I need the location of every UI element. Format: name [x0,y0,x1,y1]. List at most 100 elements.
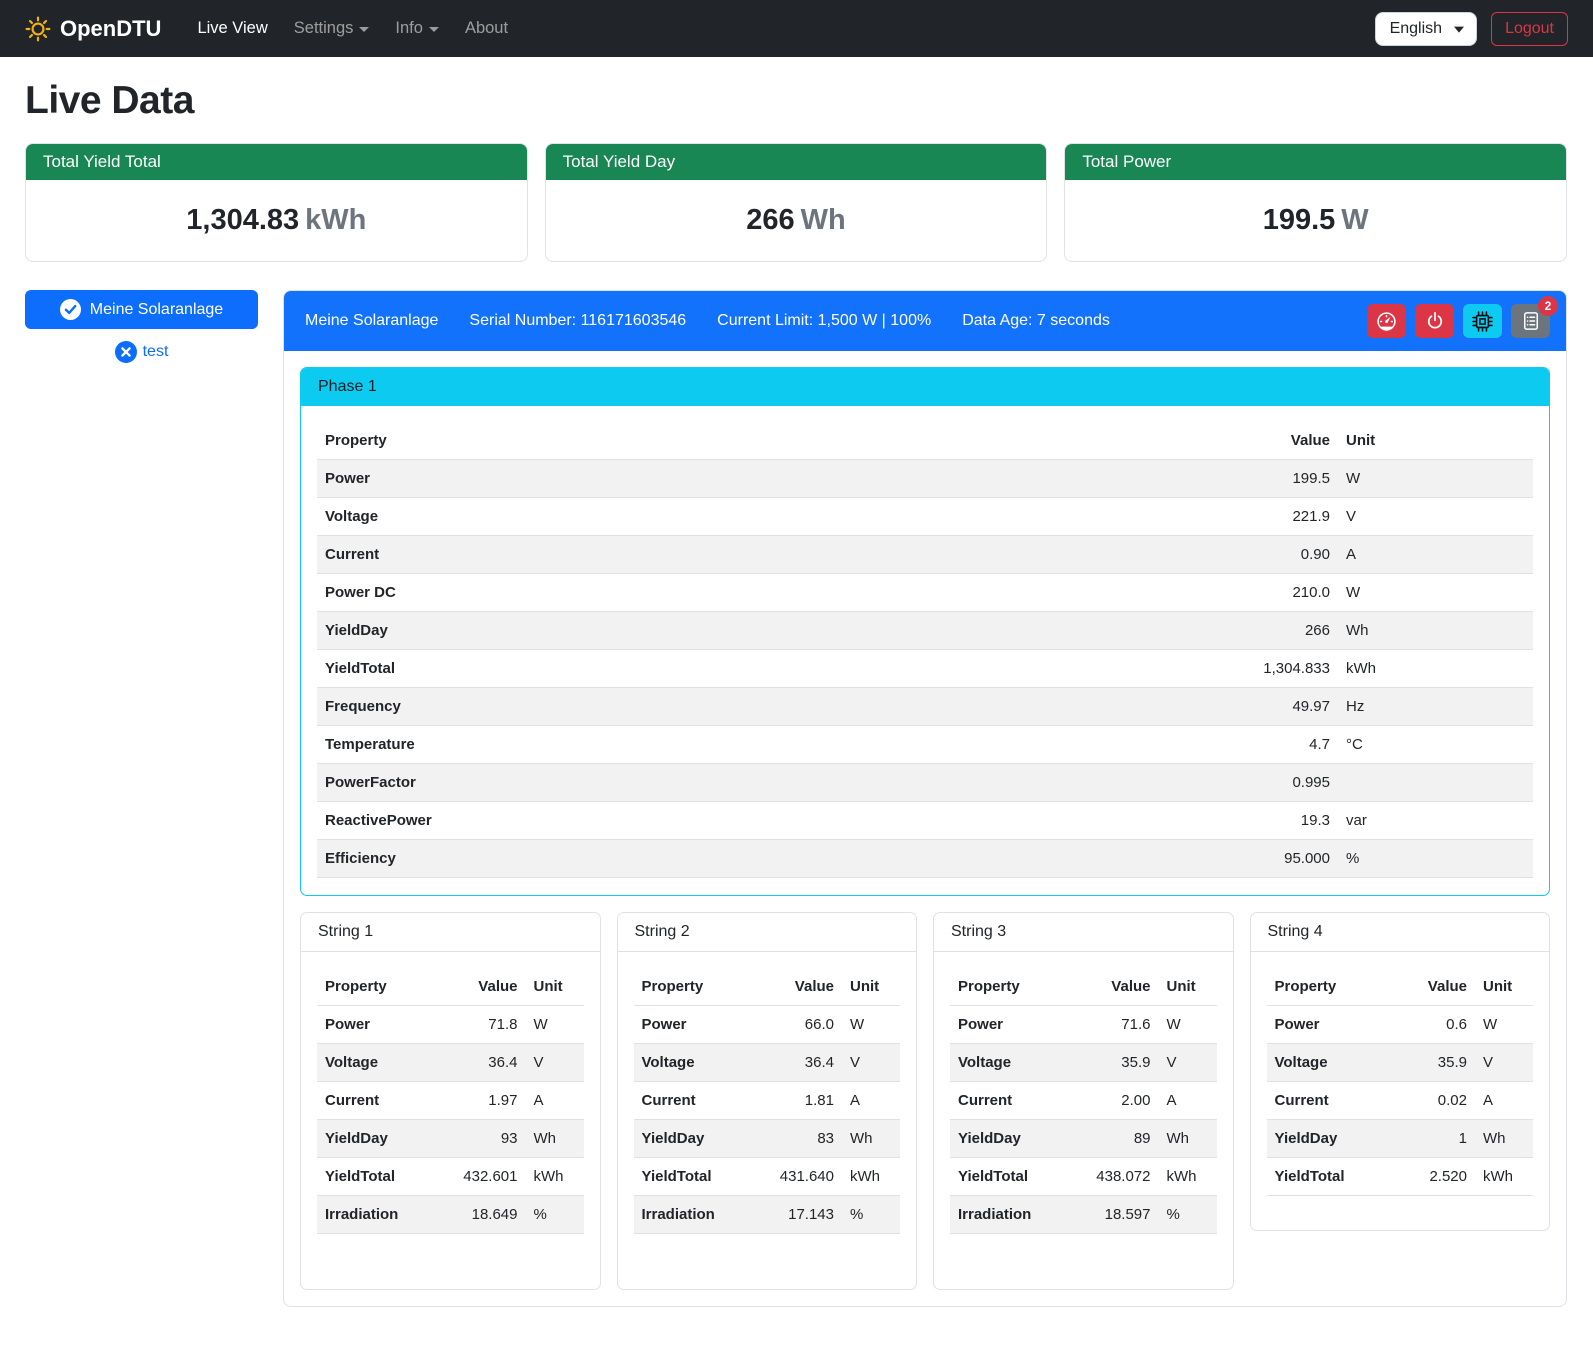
col-value: Value [1203,422,1338,460]
value-cell: 83 [742,1120,842,1158]
inverter-header: Meine Solaranlage Serial Number: 1161716… [284,291,1566,351]
property-cell: YieldTotal [950,1158,1059,1196]
power-icon [1425,311,1445,331]
inverter-item-test[interactable]: test [25,341,258,363]
table-row: Power71.8W [317,1006,584,1044]
unit-cell: Wh [1475,1120,1533,1158]
property-cell: Current [634,1082,743,1120]
limit-settings-button[interactable] [1367,304,1406,338]
value-cell: 1,304.833 [1203,650,1338,688]
property-cell: Voltage [1267,1044,1376,1082]
string-4-title: String 4 [1251,913,1550,952]
col-unit: Unit [1338,422,1533,460]
total-power-value: 199.5 [1263,204,1336,236]
unit-cell: var [1338,802,1533,840]
table-row: YieldTotal438.072kWh [950,1158,1217,1196]
value-cell: 0.90 [1203,536,1338,574]
string-2-card: String 2 Property Value Unit Power66.0WV… [617,912,918,1290]
property-cell: Power [1267,1006,1376,1044]
property-cell: YieldDay [634,1120,743,1158]
unit-cell: kWh [1159,1158,1217,1196]
string-1-card: String 1 Property Value Unit Power71.8WV… [300,912,601,1290]
unit-cell: Wh [526,1120,584,1158]
event-log-button[interactable]: 2 [1511,304,1550,338]
unit-cell: kWh [1475,1158,1533,1196]
table-row: Power DC210.0W [317,574,1533,612]
property-cell: Efficiency [317,840,1203,878]
inverter-limit: Current Limit: 1,500 W | 100% [717,312,931,330]
inverter-item-label: test [143,343,169,361]
unit-cell: V [1338,498,1533,536]
value-cell: 49.97 [1203,688,1338,726]
table-row: Voltage36.4V [317,1044,584,1082]
nav-item-info[interactable]: Info [385,11,449,46]
unit-cell: V [526,1044,584,1082]
unit-cell: A [526,1082,584,1120]
unit-cell: °C [1338,726,1533,764]
property-cell: Irradiation [950,1196,1059,1234]
value-cell: 35.9 [1059,1044,1159,1082]
value-cell: 1 [1375,1120,1475,1158]
table-row: Temperature4.7°C [317,726,1533,764]
unit-cell: Wh [1159,1120,1217,1158]
col-property: Property [317,968,426,1006]
unit-cell: V [1159,1044,1217,1082]
property-cell: Power [634,1006,743,1044]
table-row: Efficiency95.000% [317,840,1533,878]
x-circle-icon [115,341,137,363]
unit-cell: kWh [1338,650,1533,688]
property-cell: YieldDay [317,1120,426,1158]
language-select[interactable]: English [1375,12,1477,46]
string-4-table: Property Value Unit Power0.6WVoltage35.9… [1267,968,1534,1196]
table-row: Irradiation17.143% [634,1196,901,1234]
table-row: Current2.00A [950,1082,1217,1120]
logout-button[interactable]: Logout [1491,12,1568,46]
col-property: Property [950,968,1059,1006]
property-cell: ReactivePower [317,802,1203,840]
value-cell: 71.6 [1059,1006,1159,1044]
value-cell: 93 [426,1120,526,1158]
nav-item-about[interactable]: About [455,11,518,46]
value-cell: 35.9 [1375,1044,1475,1082]
property-cell: YieldTotal [317,1158,426,1196]
property-cell: Power DC [317,574,1203,612]
property-cell: Current [950,1082,1059,1120]
power-button[interactable] [1415,304,1454,338]
brand[interactable]: OpenDTU [25,16,161,42]
nav-item-settings[interactable]: Settings [284,11,380,46]
property-cell: Temperature [317,726,1203,764]
table-row: YieldTotal2.520kWh [1267,1158,1534,1196]
value-cell: 1.81 [742,1082,842,1120]
nav-item-live-view[interactable]: Live View [187,11,277,46]
unit-cell [1338,764,1533,802]
value-cell: 266 [1203,612,1338,650]
table-row: Voltage35.9V [1267,1044,1534,1082]
table-row: Power0.6W [1267,1006,1534,1044]
total-yield-day-unit: Wh [801,204,846,236]
property-cell: Irradiation [317,1196,426,1234]
unit-cell: A [1338,536,1533,574]
property-cell: Power [317,1006,426,1044]
total-yield-total-card: Total Yield Total 1,304.83kWh [25,143,528,262]
inverter-select-button[interactable]: Meine Solaranlage [25,290,258,329]
table-row: ReactivePower19.3var [317,802,1533,840]
check-circle-icon [60,299,81,320]
device-info-button[interactable] [1463,304,1502,338]
cpu-icon [1472,311,1493,332]
value-cell: 2.520 [1375,1158,1475,1196]
phase-1-card: Phase 1 Property Value Unit P [300,367,1550,896]
table-row: YieldDay266Wh [317,612,1533,650]
card-title: Total Yield Day [546,144,1047,180]
inverter-select-label: Meine Solaranlage [90,301,223,319]
table-row: Irradiation18.649% [317,1196,584,1234]
inverter-sidebar: Meine Solaranlage test [25,290,258,363]
table-row: Voltage221.9V [317,498,1533,536]
table-row: YieldTotal432.601kWh [317,1158,584,1196]
unit-cell: kWh [842,1158,900,1196]
unit-cell: kWh [526,1158,584,1196]
property-cell: YieldTotal [317,650,1203,688]
value-cell: 95.000 [1203,840,1338,878]
phase-1-title: Phase 1 [301,368,1549,406]
col-unit: Unit [1475,968,1533,1006]
table-row: Power66.0W [634,1006,901,1044]
